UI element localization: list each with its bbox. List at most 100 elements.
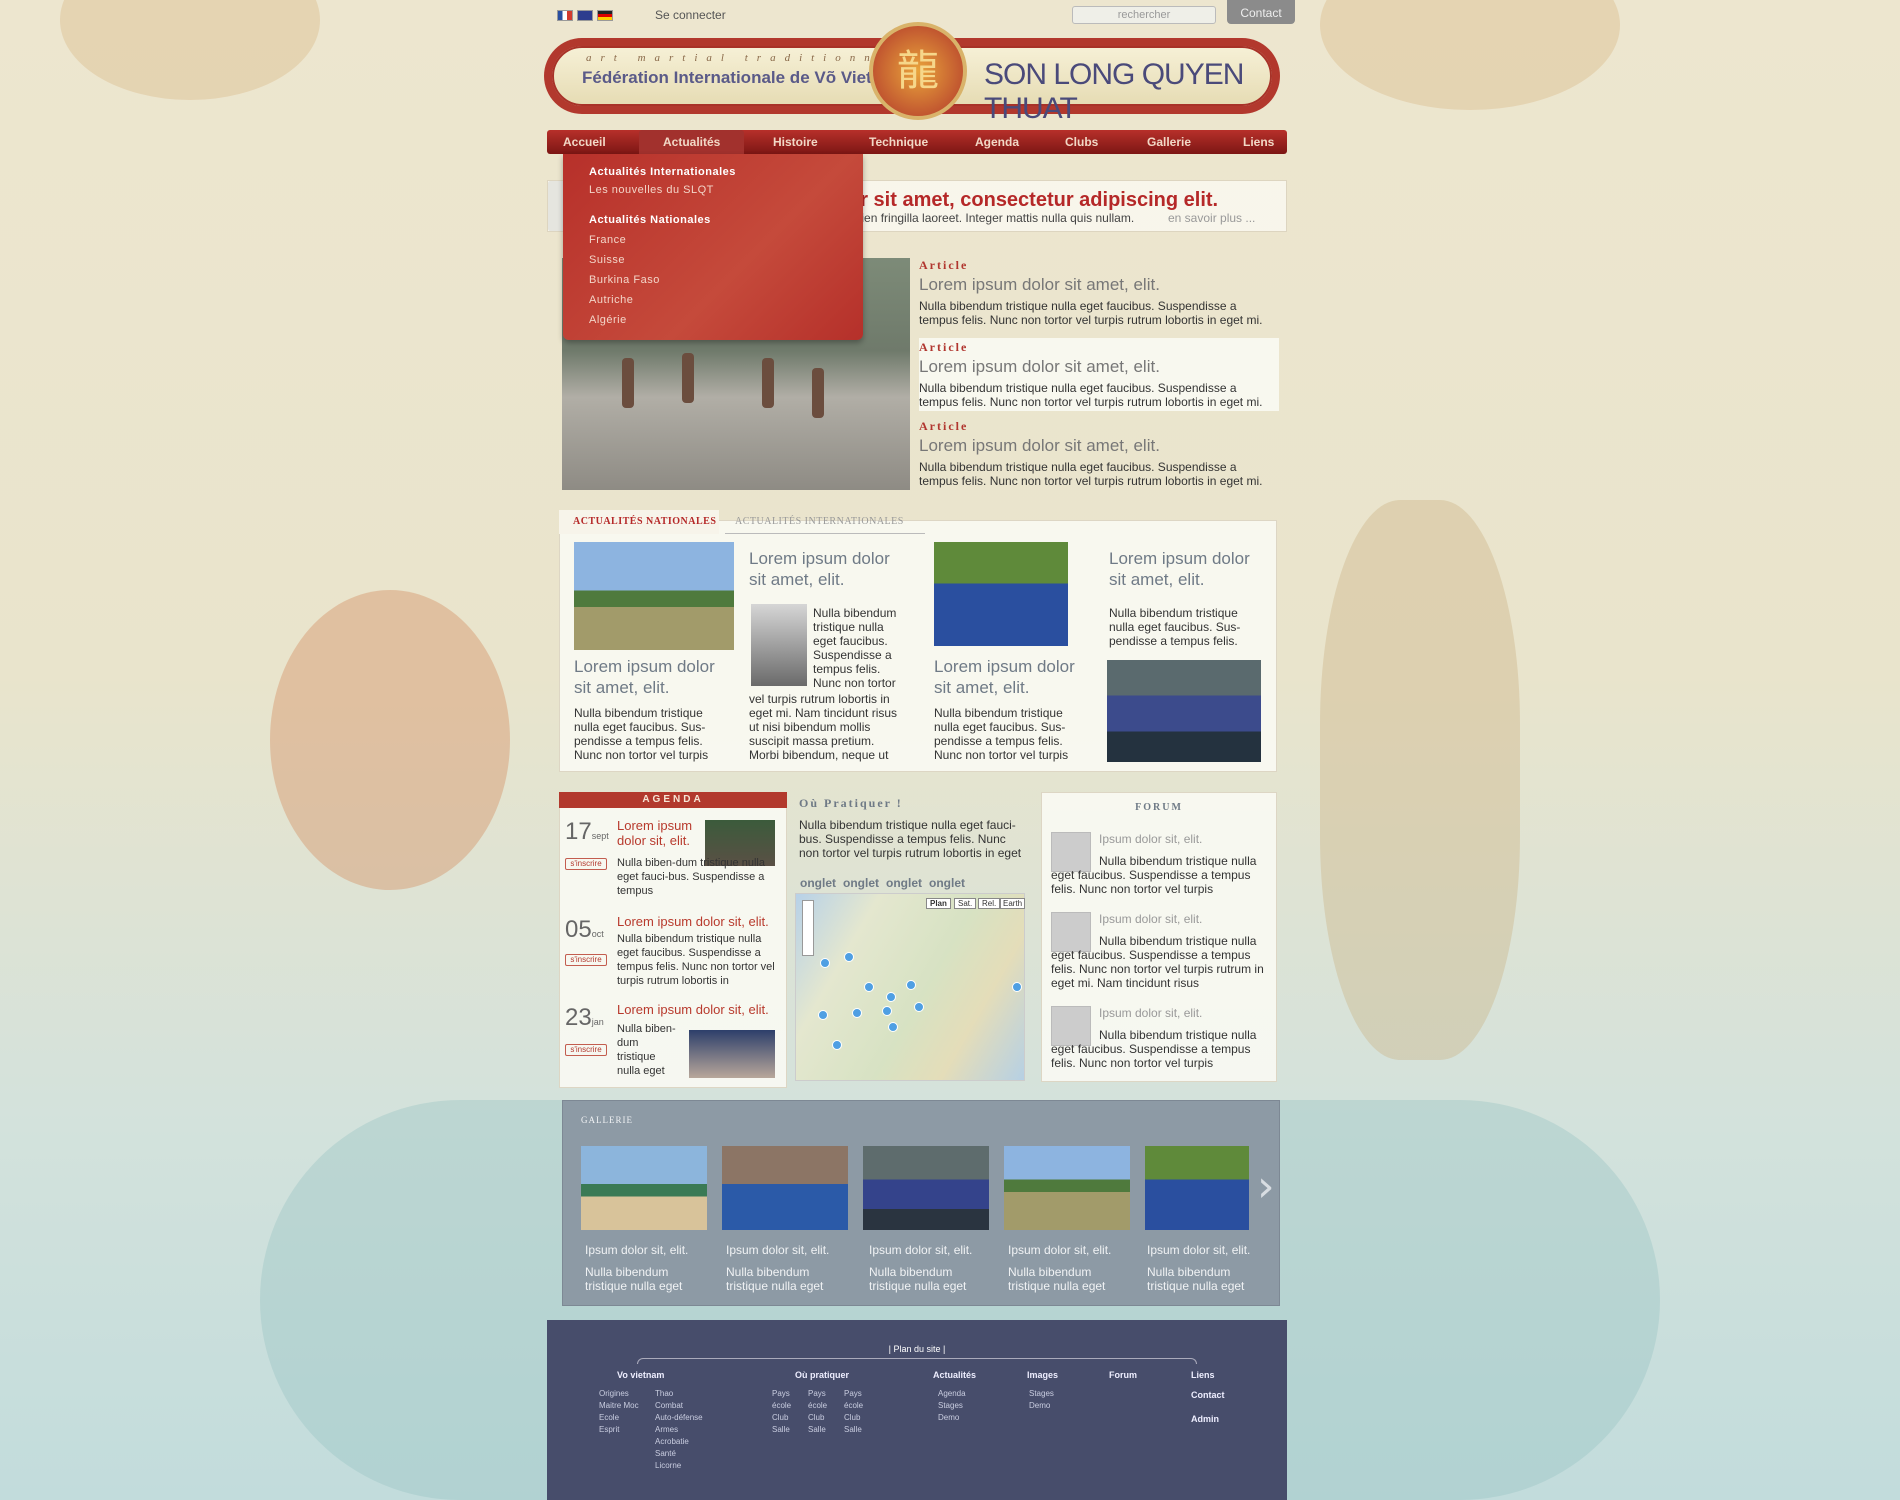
news-title[interactable]: Lorem ipsum dolor sit amet, elit. — [574, 656, 734, 698]
contact-button[interactable]: Contact — [1227, 0, 1295, 24]
map-pin[interactable] — [818, 1010, 828, 1020]
map-zoom-control[interactable] — [802, 900, 814, 956]
footer-link[interactable]: Demo — [1029, 1400, 1050, 1412]
dropdown-item-autriche[interactable]: Autriche — [589, 294, 633, 306]
gallery-next-arrow-icon[interactable]: › — [1257, 1161, 1275, 1212]
footer-link[interactable]: Thao — [655, 1388, 673, 1400]
register-button[interactable]: s'inscrire — [565, 858, 607, 870]
footer-link[interactable]: Auto-défense — [655, 1412, 703, 1424]
dropdown-item-algerie[interactable]: Algérie — [589, 314, 627, 326]
footer-link[interactable]: Armes — [655, 1424, 678, 1436]
footer-link[interactable]: école — [772, 1400, 791, 1412]
footer-link[interactable]: Maitre Moc — [599, 1400, 639, 1412]
nav-liens[interactable]: Liens — [1243, 130, 1274, 154]
nav-clubs[interactable]: Clubs — [1065, 130, 1098, 154]
footer-link[interactable]: Esprit — [599, 1424, 619, 1436]
flag-uk-icon[interactable] — [577, 10, 593, 21]
map-tab[interactable]: onglet — [929, 876, 965, 890]
footer-heading[interactable]: Liens — [1191, 1370, 1215, 1380]
map-pin[interactable] — [832, 1040, 842, 1050]
flag-fr-icon[interactable] — [557, 10, 573, 21]
dropdown-heading-national[interactable]: Actualités Nationales — [589, 214, 711, 226]
news-title[interactable]: Lorem ipsum dolor sit amet, elit. — [934, 656, 1094, 698]
forum-post-title[interactable]: Ipsum dolor sit, elit. — [1099, 912, 1202, 926]
footer-link[interactable]: Salle — [808, 1424, 826, 1436]
news-photo-group[interactable] — [934, 542, 1068, 646]
map-type-sat[interactable]: Sat. — [954, 898, 977, 909]
map-pin[interactable] — [906, 980, 916, 990]
footer-link[interactable]: Salle — [772, 1424, 790, 1436]
sitemap-link[interactable]: | Plan du site | — [547, 1344, 1287, 1354]
footer-link[interactable]: Santé — [655, 1448, 676, 1460]
footer-link[interactable]: Club — [844, 1412, 860, 1424]
map-type-rel[interactable]: Rel. — [978, 898, 1001, 909]
footer-link[interactable]: Stages — [1029, 1388, 1054, 1400]
footer-link[interactable]: Acrobatie — [655, 1436, 689, 1448]
article-item[interactable]: Article Lorem ipsum dolor sit amet, elit… — [919, 338, 1279, 411]
article-item[interactable]: Article Lorem ipsum dolor sit amet, elit… — [919, 258, 1279, 327]
nav-technique[interactable]: Technique — [869, 130, 928, 154]
footer-link[interactable]: Combat — [655, 1400, 683, 1412]
footer-link[interactable]: Pays — [772, 1388, 790, 1400]
map-type-plan[interactable]: Plan — [926, 898, 951, 909]
article-item[interactable]: Article Lorem ipsum dolor sit amet, elit… — [919, 419, 1279, 488]
footer-link[interactable]: Ecole — [599, 1412, 619, 1424]
map-pin[interactable] — [888, 1022, 898, 1032]
dropdown-item-france[interactable]: France — [589, 234, 626, 246]
footer-heading[interactable]: Vo vietnam — [617, 1370, 664, 1380]
news-portrait[interactable] — [751, 604, 807, 686]
register-button[interactable]: s'inscrire — [565, 954, 607, 966]
register-button[interactable]: s'inscrire — [565, 1044, 607, 1056]
footer-link[interactable]: Origines — [599, 1388, 629, 1400]
clubs-map[interactable]: Plan Sat. Rel. Earth — [795, 893, 1026, 1081]
footer-link[interactable]: Agenda — [938, 1388, 966, 1400]
dropdown-item-slqt[interactable]: Les nouvelles du SLQT — [589, 184, 714, 196]
footer-heading[interactable]: Actualités — [933, 1370, 976, 1380]
footer-link[interactable]: Licorne — [655, 1460, 681, 1472]
map-pin[interactable] — [852, 1008, 862, 1018]
footer-link[interactable]: école — [844, 1400, 863, 1412]
tab-nationales[interactable]: ACTUALITÉS NATIONALES — [559, 510, 719, 534]
event-photo[interactable] — [689, 1030, 775, 1078]
footer-link[interactable]: Club — [772, 1412, 788, 1424]
gallery-photo[interactable] — [1145, 1146, 1249, 1230]
map-pin[interactable] — [886, 992, 896, 1002]
forum-post-title[interactable]: Ipsum dolor sit, elit. — [1099, 1006, 1202, 1020]
news-title[interactable]: Lorem ipsum dolor sit amet, elit. — [1109, 548, 1269, 590]
footer-heading[interactable]: Forum — [1109, 1370, 1137, 1380]
map-type-earth[interactable]: Earth — [1000, 898, 1026, 909]
map-pin[interactable] — [914, 1002, 924, 1012]
footer-link[interactable]: Pays — [844, 1388, 862, 1400]
nav-agenda[interactable]: Agenda — [975, 130, 1019, 154]
map-pin[interactable] — [844, 952, 854, 962]
footer-link[interactable]: Demo — [938, 1412, 959, 1424]
gallery-photo[interactable] — [1004, 1146, 1130, 1230]
nav-gallerie[interactable]: Gallerie — [1147, 130, 1191, 154]
map-tab[interactable]: onglet — [886, 876, 922, 890]
footer-link-contact[interactable]: Contact — [1191, 1390, 1225, 1400]
map-tab[interactable]: onglet — [800, 876, 836, 890]
login-link[interactable]: Se connecter — [655, 8, 726, 22]
footer-heading[interactable]: Images — [1027, 1370, 1058, 1380]
footer-link-admin[interactable]: Admin — [1191, 1414, 1219, 1424]
news-photo-field[interactable] — [574, 542, 734, 650]
search-input[interactable]: rechercher — [1072, 6, 1216, 24]
nav-accueil[interactable]: Accueil — [563, 130, 606, 154]
dragon-emblem-logo[interactable]: 龍 — [869, 22, 967, 120]
news-photo-gym[interactable] — [1107, 660, 1261, 762]
map-tab[interactable]: onglet — [843, 876, 879, 890]
gallery-photo[interactable] — [581, 1146, 707, 1230]
event-title[interactable]: Lorem ipsum dolor sit, elit. — [617, 818, 699, 848]
footer-link[interactable]: Pays — [808, 1388, 826, 1400]
map-pin[interactable] — [864, 982, 874, 992]
map-pin[interactable] — [882, 1006, 892, 1016]
footer-link[interactable]: Salle — [844, 1424, 862, 1436]
forum-post-title[interactable]: Ipsum dolor sit, elit. — [1099, 832, 1202, 846]
footer-heading[interactable]: Où pratiquer — [795, 1370, 849, 1380]
gallery-photo[interactable] — [863, 1146, 989, 1230]
footer-link[interactable]: école — [808, 1400, 827, 1412]
flag-de-icon[interactable] — [597, 10, 613, 21]
tab-internationales[interactable]: ACTUALITÉS INTERNATIONALES — [725, 510, 925, 534]
event-title[interactable]: Lorem ipsum dolor sit, elit. — [617, 914, 787, 929]
event-title[interactable]: Lorem ipsum dolor sit, elit. — [617, 1002, 787, 1017]
